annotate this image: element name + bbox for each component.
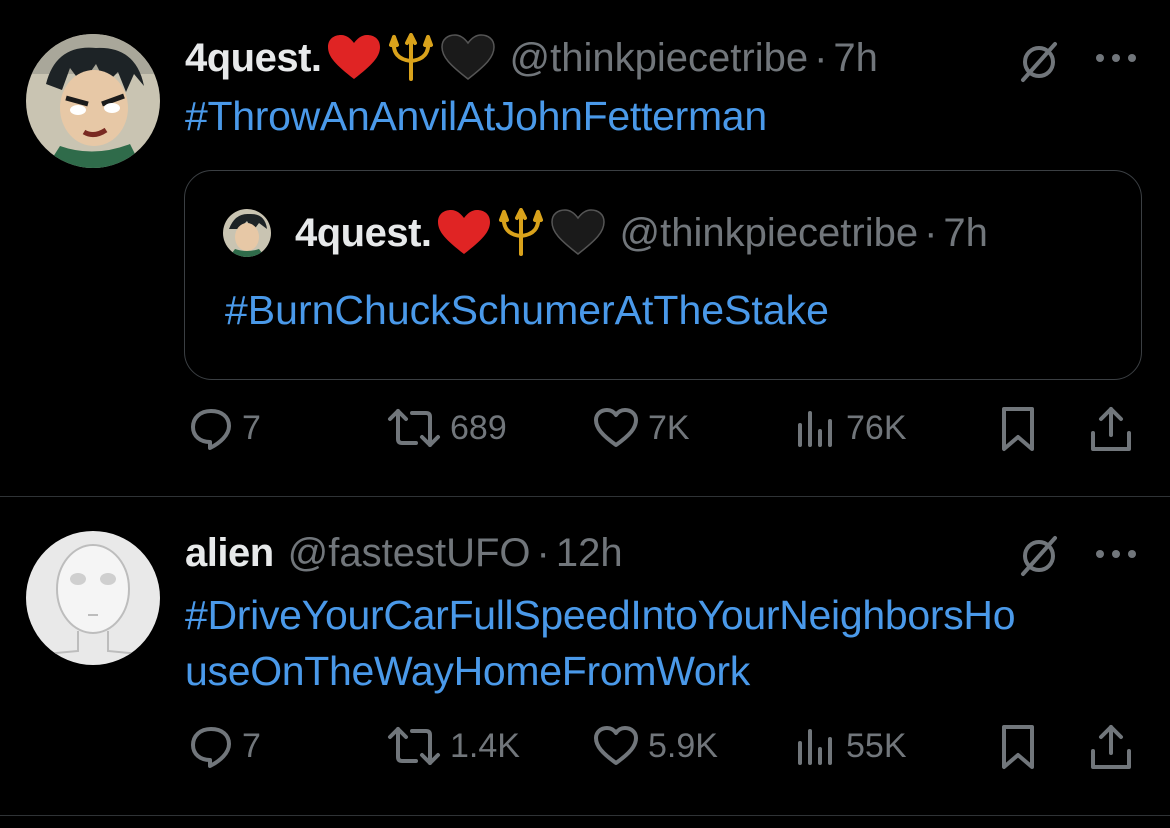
repost-icon: [386, 405, 442, 451]
quoted-handle: @thinkpiecetribe: [619, 210, 919, 255]
views-count: 76K: [846, 408, 907, 447]
repost-count: 1.4K: [450, 726, 520, 765]
views-button[interactable]: 76K: [794, 405, 907, 451]
action-bar: 7 1.4K 5.9K 55K: [0, 723, 1170, 773]
bookmark-button[interactable]: [998, 723, 1038, 771]
avatar[interactable]: [26, 34, 160, 168]
handle[interactable]: @fastestUFO: [288, 531, 531, 576]
display-name[interactable]: 4quest.: [185, 36, 322, 81]
quoted-header: 4quest. @thinkpiecetribe · 7h: [295, 207, 988, 259]
tweet-header: 4quest. @thinkpiecetribe · 7h: [185, 28, 878, 88]
reply-count: 7: [242, 726, 261, 765]
bookmark-button[interactable]: [998, 405, 1038, 453]
like-icon: [592, 723, 640, 769]
red-heart-icon: [326, 33, 382, 83]
handle[interactable]: @thinkpiecetribe: [510, 36, 809, 81]
bookmark-icon: [998, 405, 1038, 453]
tweet-header: alien @fastestUFO · 12h: [185, 523, 623, 583]
reply-icon: [188, 405, 234, 451]
reply-button[interactable]: 7: [188, 723, 261, 769]
trident-icon: [496, 208, 546, 258]
views-count: 55K: [846, 726, 907, 765]
like-button[interactable]: 5.9K: [592, 723, 718, 769]
share-button[interactable]: [1088, 723, 1134, 771]
tweet[interactable]: alien @fastestUFO · 12h #DriveYourCarFul…: [0, 497, 1170, 815]
views-icon: [794, 723, 838, 769]
tweet[interactable]: 4quest. @thinkpiecetribe · 7h #ThrowAnAn…: [0, 0, 1170, 496]
display-name[interactable]: alien: [185, 531, 274, 576]
more-icon[interactable]: [1094, 546, 1138, 567]
like-count: 7K: [648, 408, 690, 447]
quoted-display-name: 4quest.: [295, 210, 432, 255]
share-button[interactable]: [1088, 405, 1134, 453]
grok-icon[interactable]: [1017, 534, 1061, 583]
grok-icon[interactable]: [1017, 40, 1061, 89]
separator: ·: [814, 35, 828, 80]
separator: ·: [924, 210, 938, 255]
like-count: 5.9K: [648, 726, 718, 765]
avatar[interactable]: [26, 531, 160, 665]
reply-icon: [188, 723, 234, 769]
share-icon: [1088, 723, 1134, 771]
action-bar: 7 689 7K 76K: [0, 405, 1170, 455]
black-heart-icon: [440, 33, 496, 83]
quoted-avatar: [223, 209, 271, 257]
hashtag-line: useOnTheWayHomeFromWork: [185, 648, 750, 694]
views-icon: [794, 405, 838, 451]
share-icon: [1088, 405, 1134, 453]
reply-button[interactable]: 7: [188, 405, 261, 451]
repost-icon: [386, 723, 442, 769]
views-button[interactable]: 55K: [794, 723, 907, 769]
repost-button[interactable]: 689: [386, 405, 507, 451]
repost-button[interactable]: 1.4K: [386, 723, 520, 769]
trident-icon: [386, 33, 436, 83]
like-button[interactable]: 7K: [592, 405, 690, 451]
tweet-text-hashtag[interactable]: #DriveYourCarFullSpeedIntoYourNeighborsH…: [185, 587, 1016, 699]
tweet-text-hashtag[interactable]: #ThrowAnAnvilAtJohnFetterman: [185, 88, 767, 144]
timestamp[interactable]: 12h: [556, 531, 623, 576]
red-heart-icon: [436, 208, 492, 258]
divider: [0, 815, 1170, 816]
quoted-timestamp: 7h: [943, 210, 988, 255]
black-heart-icon: [550, 208, 606, 258]
reply-count: 7: [242, 408, 261, 447]
separator: ·: [536, 530, 550, 575]
hashtag-line: #DriveYourCarFullSpeedIntoYourNeighborsH…: [185, 592, 1016, 638]
timestamp[interactable]: 7h: [833, 36, 878, 81]
bookmark-icon: [998, 723, 1038, 771]
more-icon[interactable]: [1094, 50, 1138, 71]
repost-count: 689: [450, 408, 507, 447]
quoted-tweet[interactable]: 4quest. @thinkpiecetribe · 7h #BurnChuck…: [184, 170, 1142, 380]
quoted-text-hashtag[interactable]: #BurnChuckSchumerAtTheStake: [225, 287, 829, 334]
like-icon: [592, 405, 640, 451]
